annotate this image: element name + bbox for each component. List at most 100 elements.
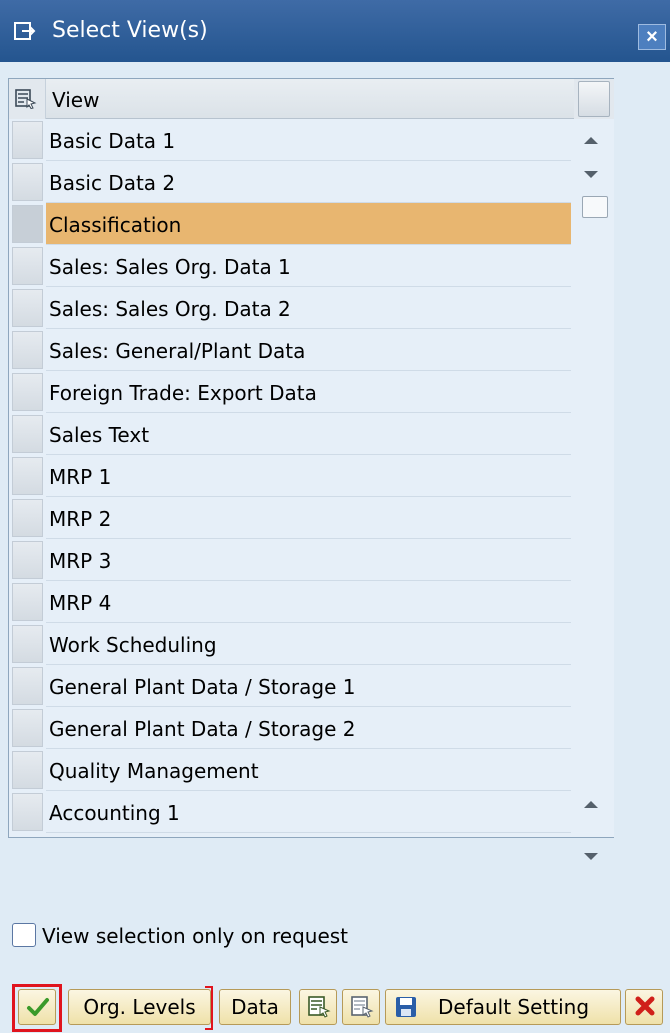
row-label: MRP 2 [49,507,112,531]
table-row[interactable]: Work Scheduling [9,623,574,665]
table-row[interactable]: General Plant Data / Storage 2 [9,707,574,749]
data-button[interactable]: Data [219,989,291,1025]
table-row[interactable]: Sales: General/Plant Data [9,329,574,371]
default-setting-button[interactable]: Default Setting [385,989,621,1025]
row-label: Sales Text [49,423,150,447]
column-header-view[interactable]: View [46,79,574,119]
dialog-title: Select View(s) [52,18,208,43]
row-selector[interactable] [12,247,43,285]
row-selector[interactable] [12,499,43,537]
row-cell[interactable]: Accounting 1 [46,791,571,833]
table-row[interactable]: Classification [9,203,574,245]
select-views-dialog: Select View(s) × View Basic Data 1 Basic … [0,0,670,1033]
row-selector[interactable] [12,163,43,201]
row-label: Basic Data 1 [49,129,176,153]
table-row[interactable]: Sales Text [9,413,574,455]
row-cell[interactable]: Basic Data 2 [46,161,571,203]
select-all-button[interactable] [9,79,46,119]
table-row[interactable]: MRP 1 [9,455,574,497]
row-cell[interactable]: Sales Text [46,413,571,455]
row-cell[interactable]: Sales: Sales Org. Data 1 [46,245,571,287]
row-selector[interactable] [12,625,43,663]
deselect-all-icon [351,996,374,1018]
org-levels-highlight [205,986,213,1030]
row-cell[interactable]: Basic Data 1 [46,119,571,161]
row-label: General Plant Data / Storage 1 [49,675,356,699]
default-setting-label: Default Setting [438,995,590,1019]
row-label: Sales: Sales Org. Data 1 [49,255,291,279]
row-label: MRP 3 [49,549,112,573]
scroll-up-icon[interactable] [584,801,598,808]
table-row[interactable]: Foreign Trade: Export Data [9,371,574,413]
dialog-icon [14,22,36,40]
views-table: View Basic Data 1 Basic Data 2 Classificat… [8,78,614,860]
row-selector[interactable] [12,541,43,579]
confirm-button[interactable] [18,989,56,1025]
deselect-all-views-button[interactable] [342,989,380,1025]
table-row[interactable]: Quality Management [9,749,574,791]
table-row[interactable]: Basic Data 1 [9,119,574,161]
row-label: Foreign Trade: Export Data [49,381,317,405]
row-cell[interactable]: MRP 1 [46,455,571,497]
table-settings-button[interactable] [578,81,610,117]
row-selector[interactable] [12,793,43,831]
data-label: Data [231,995,279,1019]
row-selector[interactable] [12,289,43,327]
row-selector[interactable] [12,751,43,789]
row-selector[interactable] [12,205,43,243]
row-selector[interactable] [12,121,43,159]
scroll-down-icon[interactable] [584,853,598,860]
checkmark-icon [27,998,49,1016]
cancel-icon [635,996,655,1016]
row-label: General Plant Data / Storage 2 [49,717,356,741]
row-cell[interactable]: Work Scheduling [46,623,571,665]
select-all-icon [15,89,37,109]
org-levels-button[interactable]: Org. Levels [68,989,211,1025]
table-row[interactable]: Accounting 1 [9,791,574,833]
table-row[interactable]: Sales: Sales Org. Data 2 [9,287,574,329]
title-bar[interactable]: Select View(s) × [0,0,670,62]
table-row[interactable]: MRP 2 [9,497,574,539]
scroll-page-up-icon[interactable] [584,137,598,144]
table-row[interactable]: MRP 4 [9,581,574,623]
table-row[interactable]: MRP 3 [9,539,574,581]
cancel-button[interactable] [625,989,663,1025]
table-row[interactable]: General Plant Data / Storage 1 [9,665,574,707]
row-cell[interactable]: General Plant Data / Storage 1 [46,665,571,707]
row-cell[interactable]: General Plant Data / Storage 2 [46,707,571,749]
view-selection-label: View selection only on request [42,924,349,948]
row-selector[interactable] [12,415,43,453]
row-cell[interactable]: MRP 3 [46,539,571,581]
row-selector[interactable] [12,331,43,369]
table-row[interactable]: Sales: Sales Org. Data 1 [9,245,574,287]
row-selector[interactable] [12,583,43,621]
close-icon: × [646,26,658,48]
column-header-label: View [52,88,100,112]
table-settings-corner [574,79,614,119]
scroll-page-down-icon[interactable] [584,171,598,178]
vertical-scrollbar[interactable] [574,119,614,860]
dialog-toolbar: Org. Levels Data Default Setting [0,976,670,1033]
row-cell[interactable]: Quality Management [46,749,571,791]
row-selector[interactable] [12,709,43,747]
row-selector[interactable] [12,667,43,705]
row-selector[interactable] [12,457,43,495]
row-label: Sales: Sales Org. Data 2 [49,297,291,321]
row-label: Classification [49,213,182,237]
row-label: Work Scheduling [49,633,217,657]
select-all-views-button[interactable] [299,989,337,1025]
row-cell[interactable]: Classification [46,203,571,245]
view-selection-checkbox[interactable] [12,923,36,947]
row-selector[interactable] [12,373,43,411]
close-button[interactable]: × [638,24,666,50]
row-label: MRP 4 [49,591,112,615]
select-all-icon [308,996,331,1018]
row-cell[interactable]: MRP 4 [46,581,571,623]
row-label: Quality Management [49,759,259,783]
row-cell[interactable]: Sales: Sales Org. Data 2 [46,287,571,329]
scrollbar-thumb[interactable] [582,196,608,218]
row-cell[interactable]: Sales: General/Plant Data [46,329,571,371]
row-cell[interactable]: Foreign Trade: Export Data [46,371,571,413]
table-row[interactable]: Basic Data 2 [9,161,574,203]
row-cell[interactable]: MRP 2 [46,497,571,539]
